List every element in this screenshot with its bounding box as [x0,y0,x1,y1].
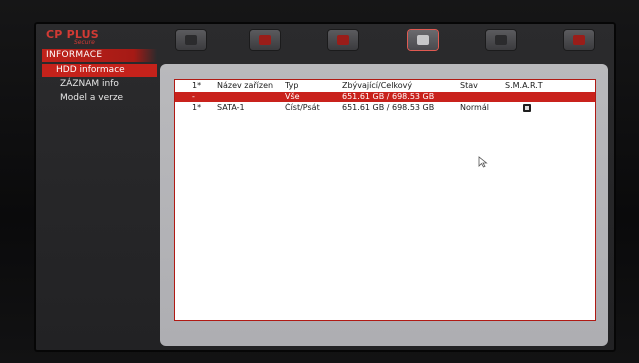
table-row[interactable]: - Vše 651.61 GB / 698.53 GB [175,92,595,102]
smart-status-icon[interactable] [523,104,531,112]
section-title: INFORMACE [42,49,157,62]
content-panel: 1* Název zařízen Typ Zbývající/Celkový S… [160,64,608,346]
row-capacity: 651.61 GB / 698.53 GB [342,103,435,112]
sidebar: HDD informace ZÁZNAM info Model a verze [42,64,157,344]
row-no: 1* [192,103,202,112]
sidebar-item-model-version[interactable]: Model a verze [42,92,157,105]
header-state: Stav [460,81,478,90]
brand-tagline: Secure [74,39,95,46]
network-icon[interactable] [486,30,516,50]
row-capacity: 651.61 GB / 698.53 GB [342,92,435,101]
table-header: 1* Název zařízen Typ Zbývající/Celkový S… [175,81,595,91]
info-icon[interactable] [408,30,438,50]
row-name: SATA-1 [217,103,245,112]
sidebar-item-hdd-info[interactable]: HDD informace [42,64,157,77]
camera-icon[interactable] [176,30,206,50]
row-type: Vše [285,92,300,101]
hdd-table: 1* Název zařízen Typ Zbývající/Celkový S… [174,79,596,321]
settings-icon[interactable] [564,30,594,50]
header-name: Název zařízen [217,81,274,90]
table-row[interactable]: 1* SATA-1 Číst/Psát 651.61 GB / 698.53 G… [175,103,595,113]
alarm-icon[interactable] [328,30,358,50]
sidebar-item-record-info[interactable]: ZÁZNAM info [42,78,157,91]
header-smart: S.M.A.R.T [505,81,543,90]
top-toolbar [174,28,604,54]
record-icon[interactable] [250,30,280,50]
mouse-cursor-icon [478,156,488,168]
header-no: 1* [192,81,202,90]
row-no: - [192,92,195,101]
header-type: Typ [285,81,299,90]
dvr-screen: CP PLUS Secure INFORMACE HDD informace Z… [34,22,616,352]
row-state: Normál [460,103,489,112]
row-type: Číst/Psát [285,103,320,112]
header-capacity: Zbývající/Celkový [342,81,413,90]
